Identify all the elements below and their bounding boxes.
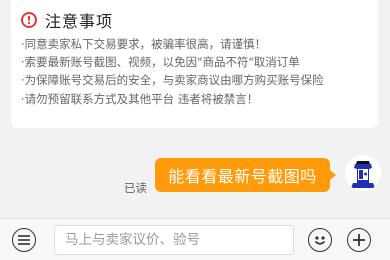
message-row: 已读 能看看最新号截图吗 <box>0 155 390 195</box>
notice-card: ! 注意事项 ·同意卖家私下交易要求，被骗率很高，请谨慎！ ·索要最新账号截图、… <box>11 0 378 128</box>
notice-line: ·请勿预留联系方式及其他平台 违者将被禁言！ <box>21 91 259 106</box>
notice-line: ·索要最新账号截图、视频，以免因"商品不符"取消订单 <box>21 55 300 70</box>
read-status: 已读 <box>124 181 147 195</box>
message-text: 能看看最新号截图吗 <box>168 167 317 186</box>
plus-icon <box>353 234 365 246</box>
notice-header: ! 注意事项 <box>21 8 368 32</box>
add-button[interactable] <box>347 228 371 252</box>
smiley-icon <box>314 236 326 245</box>
menu-button[interactable] <box>12 228 36 252</box>
avatar[interactable] <box>345 155 381 191</box>
notice-list: ·同意卖家私下交易要求，被骗率很高，请谨慎！ ·索要最新账号截图、视频，以免因"… <box>21 35 368 108</box>
menu-lines-icon <box>18 235 30 245</box>
exclamation-circle-icon: ! <box>21 12 37 28</box>
emoji-button[interactable] <box>308 228 332 252</box>
input-bar <box>0 218 390 260</box>
notice-line: ·同意卖家私下交易要求，被骗率很高，请谨慎！ <box>21 37 267 51</box>
message-input[interactable] <box>54 225 294 255</box>
avatar-image <box>345 155 381 191</box>
notice-title: 注意事项 <box>45 12 114 31</box>
notice-line: ·为保障账号交易后的安全，与卖家商议由哪方购买账号保险 <box>21 73 324 88</box>
message-bubble[interactable]: 能看看最新号截图吗 <box>155 158 336 192</box>
